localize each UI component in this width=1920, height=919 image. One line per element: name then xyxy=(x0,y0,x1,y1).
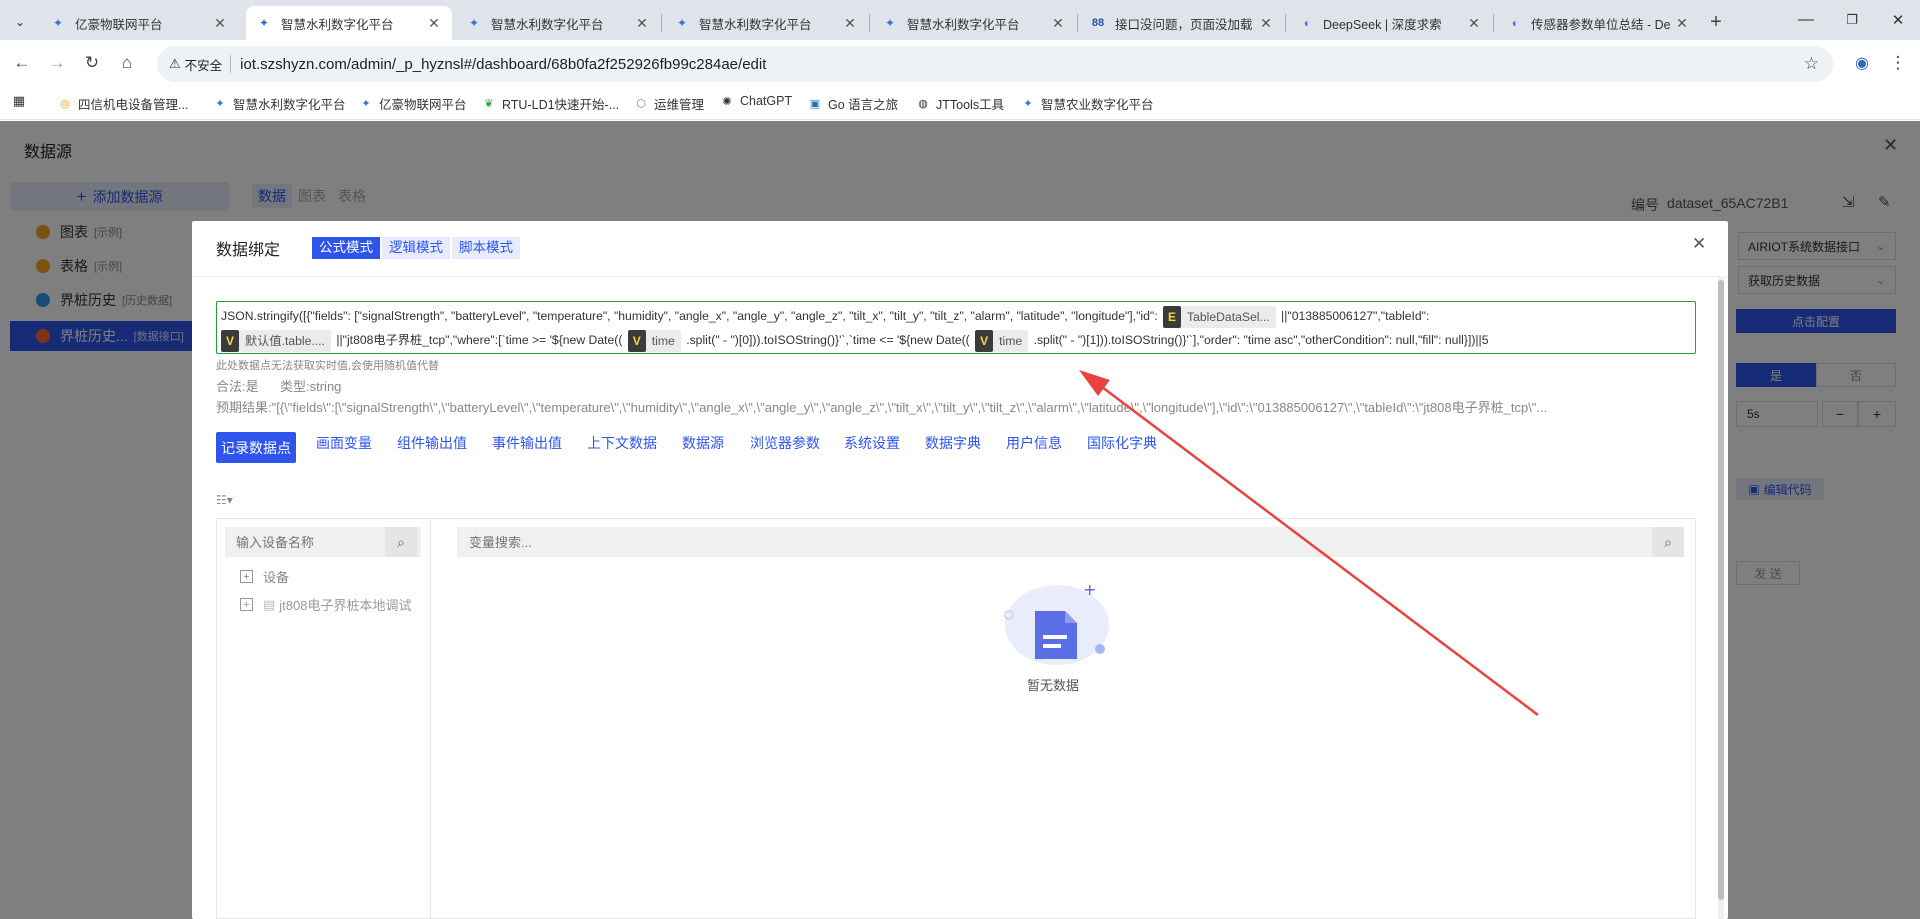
annotation-arrow xyxy=(1079,370,1539,716)
